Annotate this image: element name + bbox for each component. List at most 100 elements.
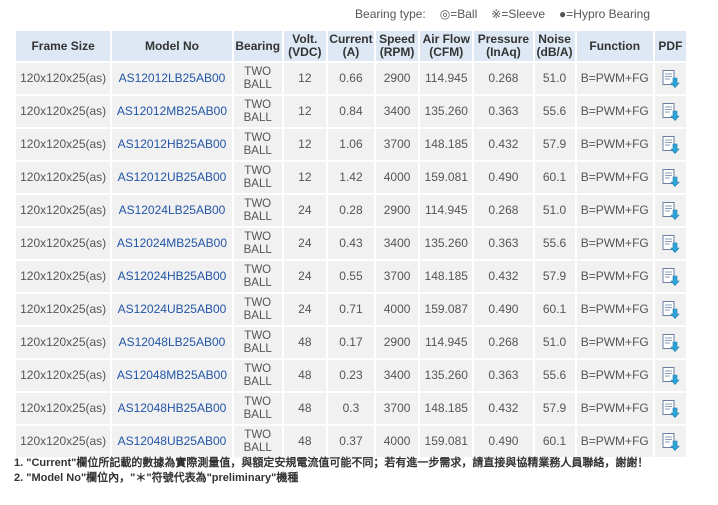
current-cell: 0.37 (327, 426, 375, 457)
current-cell: 0.3 (327, 393, 375, 424)
volt-cell: 24 (283, 228, 326, 259)
current-cell: 0.84 (327, 96, 375, 127)
airflow-cell: 135.260 (420, 228, 473, 259)
frame-size-cell: 120x120x25(as) (16, 294, 111, 325)
airflow-cell: 114.945 (420, 63, 473, 94)
airflow-cell: 148.185 (420, 393, 473, 424)
pdf-cell (654, 162, 686, 193)
col-model-no: Model No (112, 31, 232, 61)
bearing-line-2: BALL (243, 111, 272, 124)
pdf-download-icon[interactable] (660, 69, 681, 89)
pdf-download-icon[interactable] (660, 333, 681, 353)
function-cell: B=PWM+FG (576, 162, 653, 193)
col-function: Function (576, 31, 653, 61)
col-frame-size: Frame Size (16, 31, 111, 61)
volt-cell: 24 (283, 294, 326, 325)
table-row: 120x120x25(as) AS12024HB25AB00 TWO BALL 24 0.… (16, 261, 686, 292)
bearing-line-2: BALL (243, 375, 272, 388)
pdf-download-icon[interactable] (660, 102, 681, 122)
model-no-link[interactable]: AS12024MB25AB00 (112, 228, 232, 259)
table-row: 120x120x25(as) AS12048UB25AB00 TWO BALL 48 0.… (16, 426, 686, 457)
function-cell: B=PWM+FG (576, 360, 653, 391)
model-no-link[interactable]: AS12048MB25AB00 (112, 360, 232, 391)
legend-hypro: ●=Hypro Bearing (559, 7, 650, 21)
current-cell: 0.66 (327, 63, 375, 94)
speed-cell: 3400 (376, 360, 419, 391)
volt-cell: 24 (283, 195, 326, 226)
function-cell: B=PWM+FG (576, 63, 653, 94)
noise-cell: 60.1 (534, 294, 575, 325)
col-speed: Speed (RPM) (376, 31, 419, 61)
pdf-download-icon[interactable] (660, 168, 681, 188)
pdf-cell (654, 426, 686, 457)
model-no-link[interactable]: AS12048UB25AB00 (112, 426, 232, 457)
col-volt: Volt. (VDC) (283, 31, 326, 61)
volt-cell: 12 (283, 96, 326, 127)
function-cell: B=PWM+FG (576, 393, 653, 424)
col-pressure: Pressure (InAq) (474, 31, 533, 61)
bearing-cell: TWO BALL (233, 360, 282, 391)
function-cell: B=PWM+FG (576, 129, 653, 160)
airflow-cell: 159.087 (420, 294, 473, 325)
model-no-link[interactable]: AS12048HB25AB00 (112, 393, 232, 424)
pressure-cell: 0.490 (474, 162, 533, 193)
legend-ball: ◎=Ball (439, 7, 478, 21)
model-no-link[interactable]: AS12012MB25AB00 (112, 96, 232, 127)
airflow-cell: 159.081 (420, 426, 473, 457)
pdf-download-icon[interactable] (660, 135, 681, 155)
fan-spec-table: Frame Size Model No Bearing Volt. (VDC) … (14, 29, 688, 459)
speed-cell: 4000 (376, 426, 419, 457)
speed-cell: 2900 (376, 327, 419, 358)
bearing-line-1: TWO (244, 164, 272, 177)
pdf-download-icon[interactable] (660, 234, 681, 254)
col-air-flow: Air Flow (CFM) (420, 31, 473, 61)
bearing-line-2: BALL (243, 309, 272, 322)
current-cell: 0.71 (327, 294, 375, 325)
bearing-line-2: BALL (243, 243, 272, 256)
current-cell: 0.17 (327, 327, 375, 358)
airflow-cell: 135.260 (420, 360, 473, 391)
volt-cell: 48 (283, 426, 326, 457)
footnotes: 1. "Current"欄位所記載的數據為實際測量值，與額定安規電流值可能不同；… (14, 456, 704, 486)
pdf-download-icon[interactable] (660, 201, 681, 221)
bearing-line-1: TWO (244, 296, 272, 309)
pdf-download-icon[interactable] (660, 432, 681, 452)
volt-cell: 12 (283, 162, 326, 193)
pressure-cell: 0.432 (474, 393, 533, 424)
bearing-line-1: TWO (244, 263, 272, 276)
bearing-cell: TWO BALL (233, 129, 282, 160)
frame-size-cell: 120x120x25(as) (16, 195, 111, 226)
function-cell: B=PWM+FG (576, 195, 653, 226)
bearing-cell: TWO BALL (233, 393, 282, 424)
pdf-download-icon[interactable] (660, 267, 681, 287)
function-cell: B=PWM+FG (576, 426, 653, 457)
model-no-link[interactable]: AS12012UB25AB00 (112, 162, 232, 193)
model-no-link[interactable]: AS12024HB25AB00 (112, 261, 232, 292)
model-no-link[interactable]: AS12024UB25AB00 (112, 294, 232, 325)
model-no-link[interactable]: AS12024LB25AB00 (112, 195, 232, 226)
bearing-line-1: TWO (244, 98, 272, 111)
frame-size-cell: 120x120x25(as) (16, 327, 111, 358)
pdf-download-icon[interactable] (660, 399, 681, 419)
speed-cell: 3700 (376, 129, 419, 160)
model-no-link[interactable]: AS12012LB25AB00 (112, 63, 232, 94)
noise-cell: 55.6 (534, 228, 575, 259)
speed-cell: 3400 (376, 228, 419, 259)
noise-cell: 51.0 (534, 327, 575, 358)
pressure-cell: 0.432 (474, 261, 533, 292)
pdf-cell (654, 228, 686, 259)
bearing-cell: TWO BALL (233, 63, 282, 94)
model-no-link[interactable]: AS12048LB25AB00 (112, 327, 232, 358)
pressure-cell: 0.268 (474, 195, 533, 226)
model-no-link[interactable]: AS12012HB25AB00 (112, 129, 232, 160)
noise-cell: 60.1 (534, 162, 575, 193)
table-row: 120x120x25(as) AS12024MB25AB00 TWO BALL 24 0.… (16, 228, 686, 259)
pdf-download-icon[interactable] (660, 300, 681, 320)
bearing-cell: TWO BALL (233, 261, 282, 292)
table-row: 120x120x25(as) AS12012MB25AB00 TWO BALL 12 0.… (16, 96, 686, 127)
bearing-cell: TWO BALL (233, 228, 282, 259)
pdf-download-icon[interactable] (660, 366, 681, 386)
table-row: 120x120x25(as) AS12012UB25AB00 TWO BALL 12 1.… (16, 162, 686, 193)
bearing-line-1: TWO (244, 329, 272, 342)
footnote-1: 1. "Current"欄位所記載的數據為實際測量值，與額定安規電流值可能不同；… (14, 457, 649, 469)
